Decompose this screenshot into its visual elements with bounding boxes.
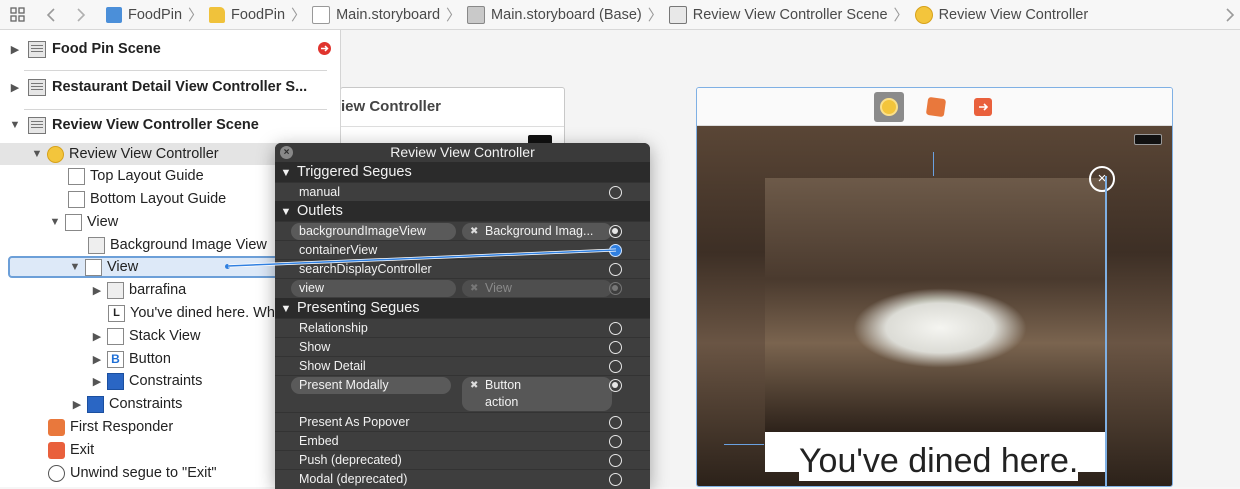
connection-drag-line [227, 248, 617, 268]
